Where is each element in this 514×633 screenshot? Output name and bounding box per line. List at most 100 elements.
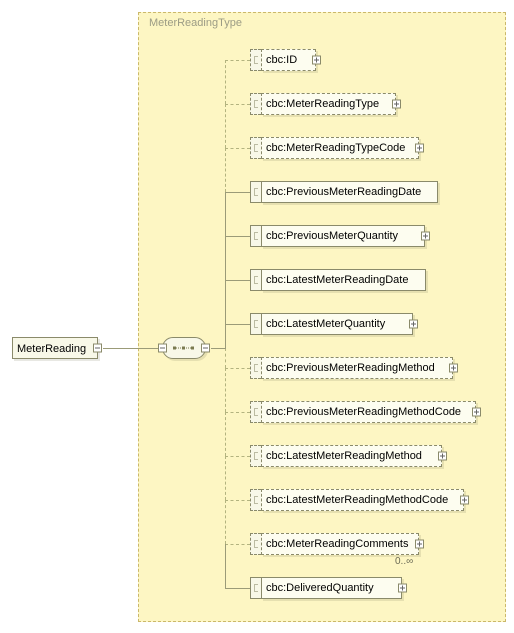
schema-child-label: cbc:ID [266, 54, 297, 66]
element-notch-icon [250, 357, 261, 379]
element-notch-icon [250, 49, 261, 71]
connector-to-child [225, 280, 250, 281]
compositor-collapse-right-toggle[interactable] [201, 344, 210, 353]
child-expand-toggle[interactable] [409, 320, 418, 329]
connector-vertical [225, 456, 226, 500]
schema-child-label: cbc:MeterReadingType [266, 98, 379, 110]
connector-vertical [225, 280, 226, 324]
child-expand-toggle[interactable] [460, 496, 469, 505]
schema-child-element[interactable]: cbc:PreviousMeterReadingMethodCode [250, 401, 476, 423]
element-notch-icon [250, 445, 261, 467]
connector-to-child [225, 544, 250, 545]
schema-child-element[interactable]: cbc:LatestMeterReadingMethodCode [250, 489, 464, 511]
schema-child-body: cbc:LatestMeterReadingMethod [261, 445, 442, 467]
connector-vertical [225, 104, 226, 148]
schema-child-element[interactable]: cbc:PreviousMeterQuantity [250, 225, 425, 247]
connector-vertical [225, 412, 226, 456]
child-expand-toggle[interactable] [438, 452, 447, 461]
schema-child-body: cbc:LatestMeterReadingMethodCode [261, 489, 464, 511]
schema-child-body: cbc:PreviousMeterReadingMethodCode [261, 401, 476, 423]
child-expand-toggle[interactable] [449, 364, 458, 373]
element-notch-icon [250, 533, 261, 555]
root-element-box[interactable]: MeterReading [12, 337, 98, 359]
schema-child-element[interactable]: cbc:PreviousMeterReadingMethod [250, 357, 453, 379]
schema-child-element[interactable]: cbc:MeterReadingTypeCode [250, 137, 419, 159]
element-notch-icon [250, 137, 261, 159]
schema-child-body: cbc:PreviousMeterReadingMethod [261, 357, 453, 379]
element-notch-icon [250, 93, 261, 115]
type-container-title: MeterReadingType [149, 17, 242, 29]
connector-to-child [225, 588, 250, 589]
schema-child-body: cbc:LatestMeterQuantity [261, 313, 413, 335]
schema-child-element[interactable]: cbc:LatestMeterReadingDate [250, 269, 426, 291]
compositor-collapse-left-toggle[interactable] [158, 344, 167, 353]
connector-to-child [225, 104, 250, 105]
element-notch-icon [250, 313, 261, 335]
element-notch-icon [250, 577, 261, 599]
connector-vertical [225, 236, 226, 280]
connector-to-child [225, 324, 250, 325]
schema-child-element[interactable]: cbc:ID [250, 49, 316, 71]
schema-child-body: cbc:PreviousMeterQuantity [261, 225, 425, 247]
schema-child-label: cbc:LatestMeterReadingMethodCode [266, 494, 448, 506]
diagram-canvas: MeterReadingType MeterReading cbc:ID cbc:… [0, 0, 514, 633]
child-expand-toggle[interactable] [392, 100, 401, 109]
child-expand-toggle[interactable] [415, 144, 424, 153]
connector-to-child [225, 60, 250, 61]
child-expand-toggle[interactable] [398, 584, 407, 593]
schema-child-label: cbc:PreviousMeterReadingDate [266, 186, 421, 198]
schema-child-element[interactable]: cbc:PreviousMeterReadingDate [250, 181, 438, 203]
child-expand-toggle[interactable] [312, 56, 321, 65]
schema-child-label: cbc:PreviousMeterReadingMethodCode [266, 406, 461, 418]
connector-to-child [225, 456, 250, 457]
connector-vertical [225, 192, 226, 236]
schema-child-label: cbc:DeliveredQuantity [266, 582, 374, 594]
connector-to-child [225, 368, 250, 369]
schema-child-body: cbc:DeliveredQuantity [261, 577, 402, 599]
schema-child-body: cbc:LatestMeterReadingDate [261, 269, 426, 291]
root-element-label: MeterReading [17, 343, 86, 355]
schema-child-label: cbc:MeterReadingTypeCode [266, 142, 405, 154]
connector-vertical [225, 348, 226, 349]
connector-vertical [225, 324, 226, 348]
connector-to-child [225, 236, 250, 237]
schema-child-label: cbc:PreviousMeterQuantity [266, 230, 398, 242]
element-notch-icon [250, 269, 261, 291]
schema-child-label: cbc:MeterReadingComments [266, 538, 408, 550]
schema-child-body: cbc:MeterReadingComments [261, 533, 419, 555]
connector-to-child [225, 500, 250, 501]
schema-child-element[interactable]: cbc:MeterReadingComments [250, 533, 419, 555]
root-expand-toggle[interactable] [93, 344, 102, 353]
schema-child-label: cbc:PreviousMeterReadingMethod [266, 362, 435, 374]
schema-child-body: cbc:PreviousMeterReadingDate [261, 181, 438, 203]
connector-vertical [225, 544, 226, 588]
element-notch-icon [250, 401, 261, 423]
schema-child-label: cbc:LatestMeterReadingMethod [266, 450, 422, 462]
sequence-compositor[interactable] [162, 337, 206, 359]
connector-compositor-stub [211, 348, 225, 349]
child-expand-toggle[interactable] [472, 408, 481, 417]
connector-vertical [225, 500, 226, 544]
element-notch-icon [250, 489, 261, 511]
schema-child-label: cbc:LatestMeterQuantity [266, 318, 385, 330]
connector-to-child [225, 192, 250, 193]
connector-to-child [225, 148, 250, 149]
child-expand-toggle[interactable] [421, 232, 430, 241]
connector-root-to-type [103, 348, 138, 349]
schema-child-label: cbc:LatestMeterReadingDate [266, 274, 408, 286]
connector-vertical [225, 368, 226, 412]
connector-vertical [225, 148, 226, 192]
schema-child-element[interactable]: cbc:LatestMeterQuantity [250, 313, 413, 335]
multiplicity-label: 0..∞ [395, 556, 413, 567]
schema-child-element[interactable]: cbc:DeliveredQuantity [250, 577, 402, 599]
schema-child-body: cbc:ID [261, 49, 316, 71]
schema-child-body: cbc:MeterReadingType [261, 93, 396, 115]
element-notch-icon [250, 181, 261, 203]
schema-child-element[interactable]: cbc:LatestMeterReadingMethod [250, 445, 442, 467]
element-notch-icon [250, 225, 261, 247]
connector-vertical [225, 60, 226, 104]
connector-vertical [225, 348, 226, 368]
connector-to-child [225, 412, 250, 413]
child-expand-toggle[interactable] [415, 540, 424, 549]
schema-child-element[interactable]: cbc:MeterReadingType [250, 93, 396, 115]
